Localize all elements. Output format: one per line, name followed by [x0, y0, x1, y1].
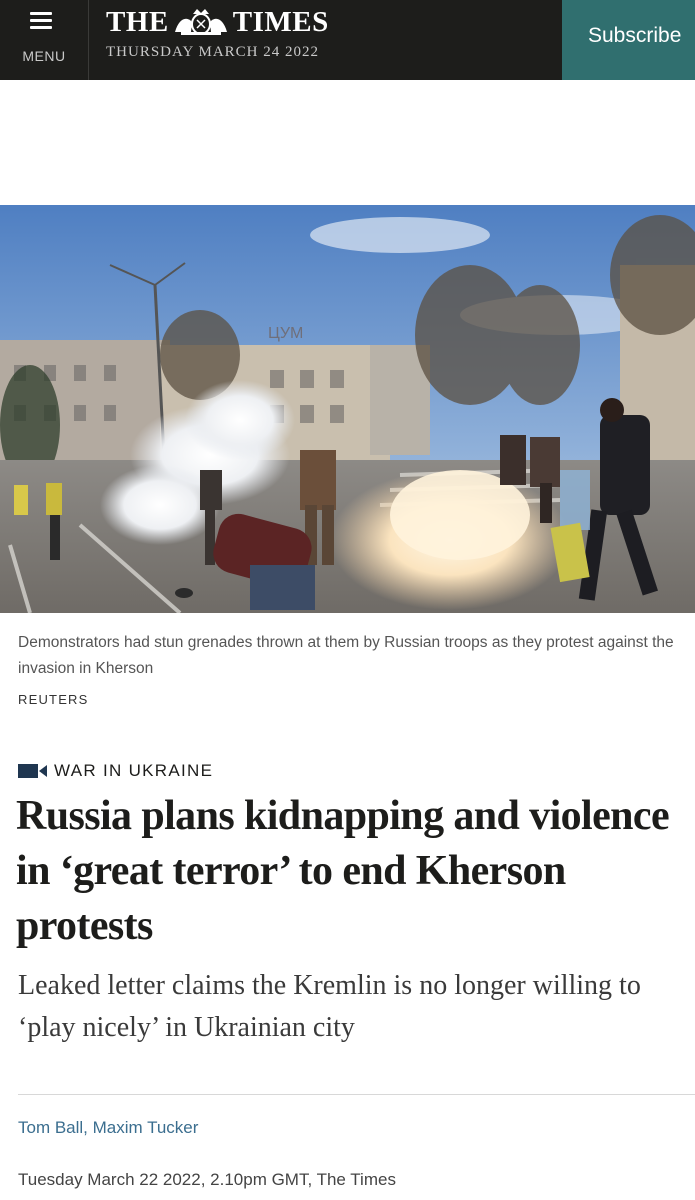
- menu-button[interactable]: MENU: [0, 0, 88, 80]
- video-camera-icon: [18, 764, 47, 778]
- masthead-word-the: THE: [106, 6, 169, 38]
- royal-crest-icon: [174, 9, 227, 35]
- masthead-date: THURSDAY MARCH 24 2022: [106, 44, 320, 60]
- article-headline: Russia plans kidnapping and violence in …: [16, 793, 670, 949]
- masthead-word-times: TIMES: [232, 6, 329, 38]
- header-divider: [88, 0, 89, 80]
- protest-photo-illustration: ЦУМ: [0, 205, 695, 613]
- lead-photo: ЦУМ: [0, 205, 695, 613]
- section-link[interactable]: WAR IN UKRAINE: [18, 760, 213, 782]
- photo-caption: Demonstrators had stun grenades thrown a…: [18, 634, 674, 677]
- publish-dateline: Tuesday March 22 2022, 2.10pm GMT, The T…: [18, 1170, 396, 1189]
- menu-label: MENU: [22, 48, 66, 64]
- photo-credit: REUTERS: [18, 692, 89, 707]
- article-standfirst: Leaked letter claims the Kremlin is no l…: [18, 970, 641, 1043]
- author-links[interactable]: Tom Ball, Maxim Tucker: [18, 1118, 198, 1138]
- subscribe-button[interactable]: Subscribe: [562, 0, 695, 80]
- section-label: WAR IN UKRAINE: [54, 761, 214, 780]
- masthead-logo[interactable]: THE TIMES: [106, 6, 406, 46]
- byline-divider: [18, 1094, 695, 1095]
- store-sign-text: ЦУМ: [268, 325, 303, 342]
- hamburger-icon: [30, 12, 52, 30]
- top-bar: MENU THE TIMES THURSDAY MARCH 24 2022 Su…: [0, 0, 695, 80]
